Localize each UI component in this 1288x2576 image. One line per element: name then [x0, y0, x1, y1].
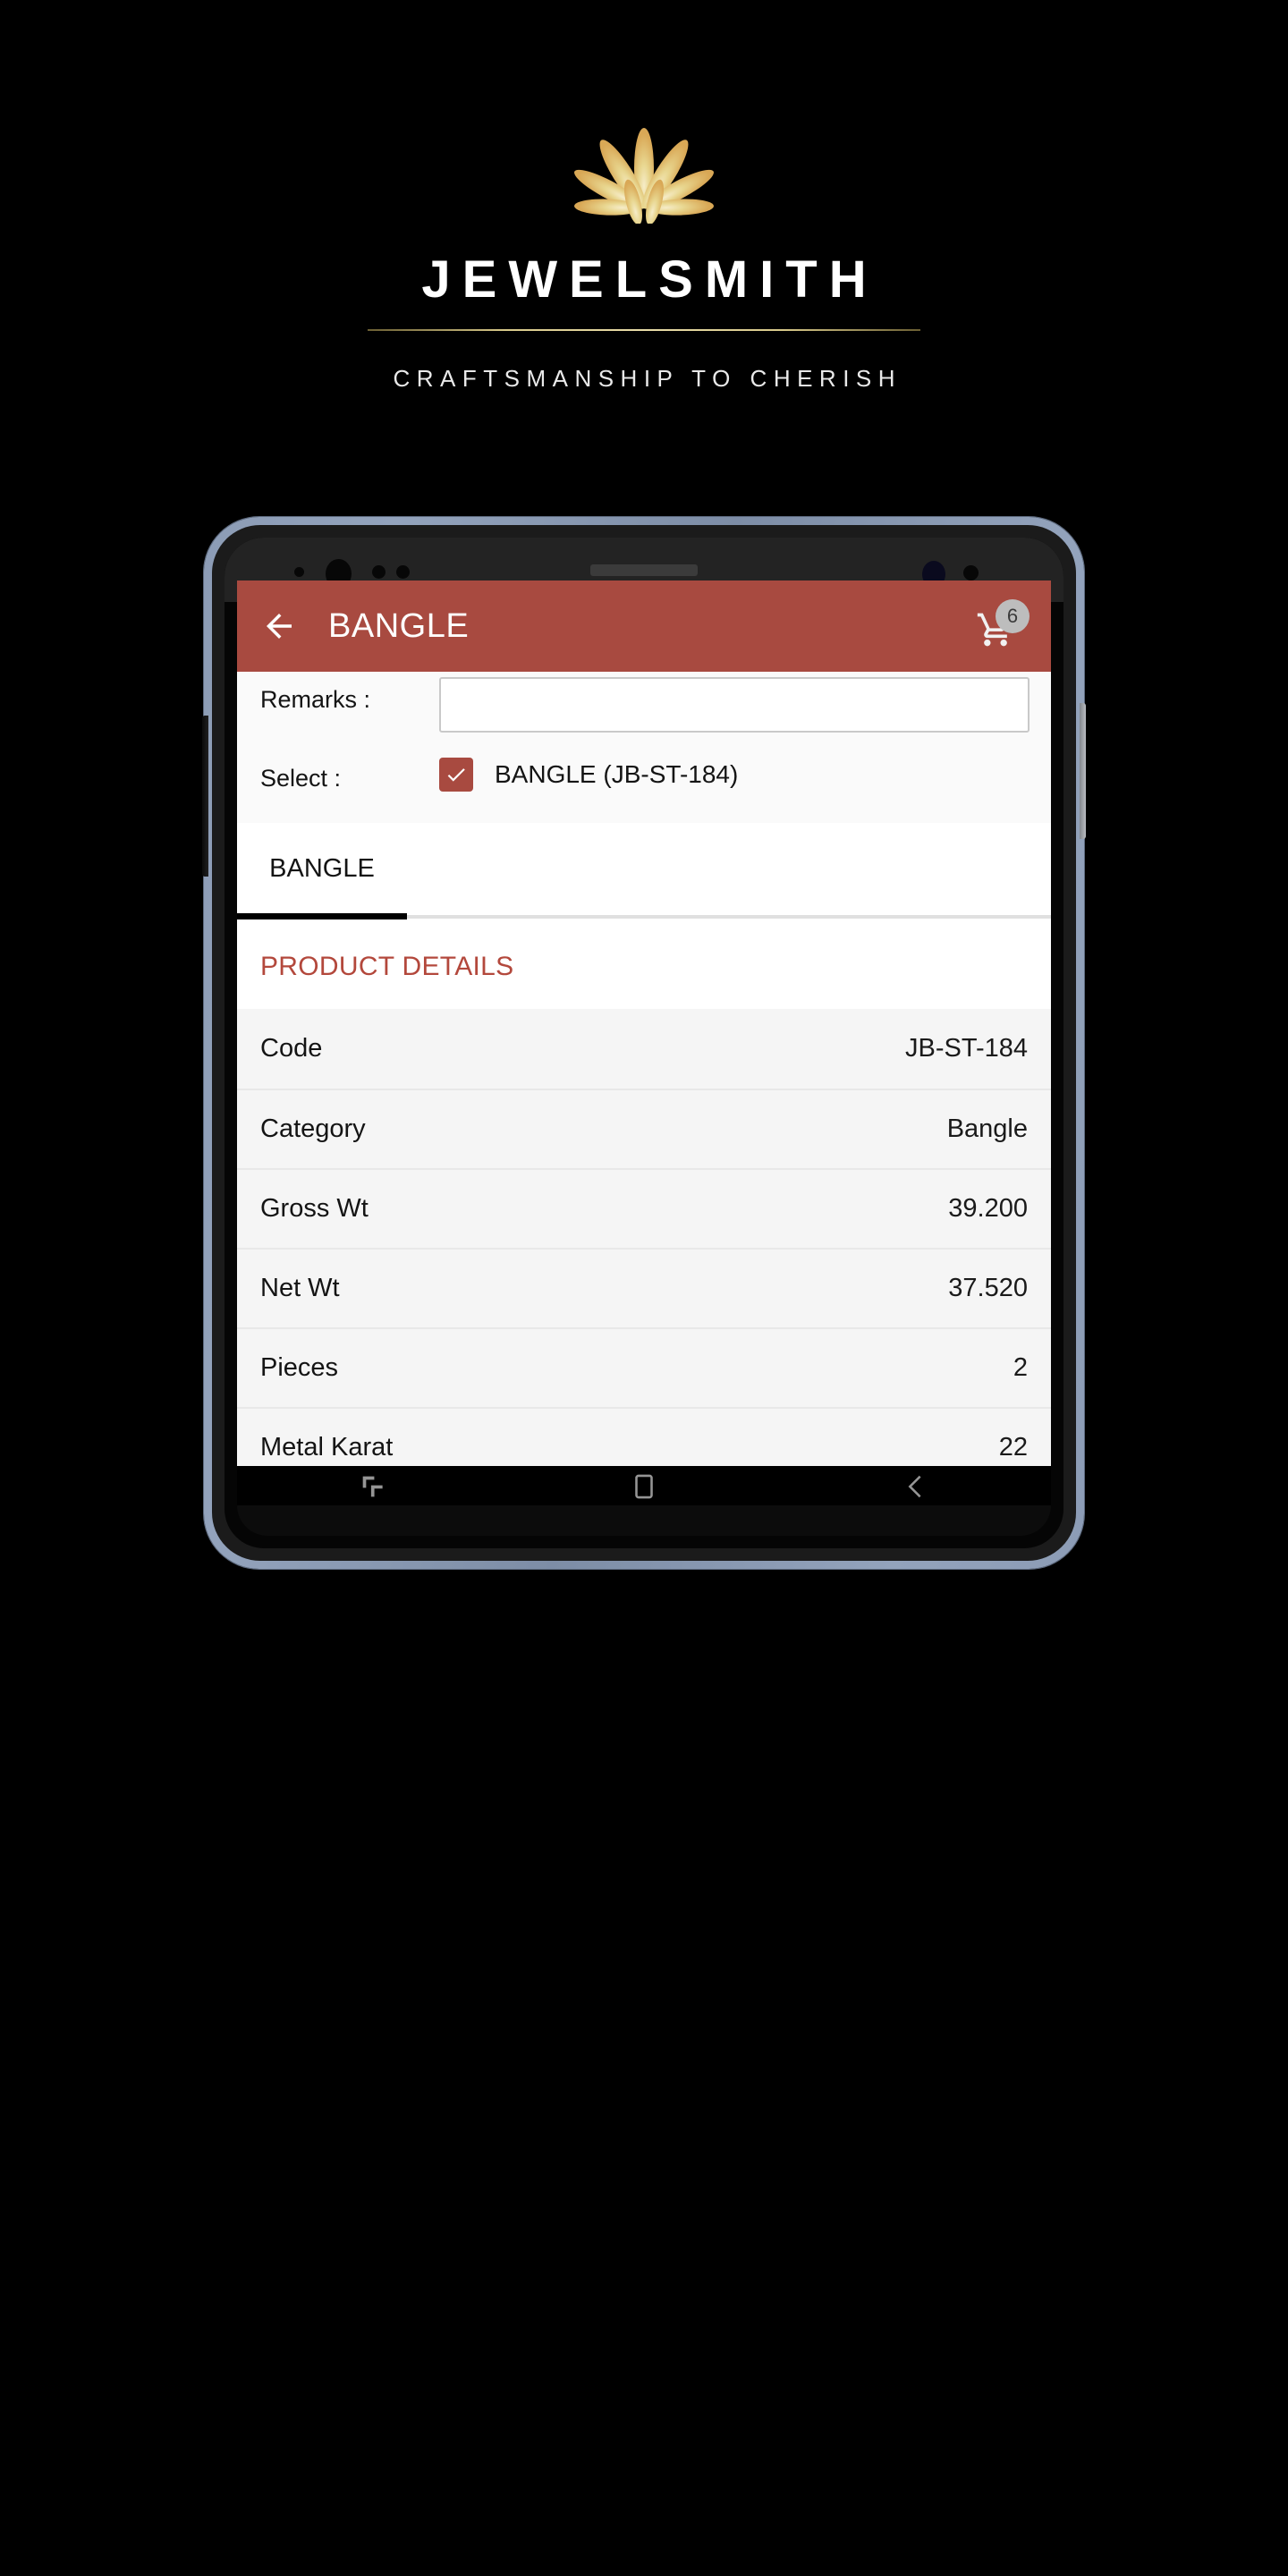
- cart-button[interactable]: 6: [974, 599, 1030, 649]
- table-row: Net Wt 37.520: [237, 1248, 1051, 1327]
- lotus-leaf-icon: [574, 128, 714, 224]
- tab-label: BANGLE: [269, 853, 375, 883]
- select-label: Select :: [260, 765, 342, 792]
- sensor-dot: [396, 565, 410, 579]
- page-title: BANGLE: [328, 606, 470, 645]
- remarks-row: Remarks :: [237, 672, 1051, 733]
- brand-name: JEWELSMITH: [421, 250, 878, 309]
- row-value: Bangle: [946, 1114, 1028, 1143]
- product-details-heading: PRODUCT DETAILS: [237, 919, 1051, 1009]
- sensor-dot: [294, 567, 304, 577]
- earpiece-speaker: [590, 564, 698, 576]
- brand-divider: [368, 329, 920, 331]
- brand-header: JEWELSMITH CRAFTSMANSHIP TO CHERISH: [0, 0, 1288, 501]
- row-value: 2: [1013, 1353, 1028, 1382]
- power-button[interactable]: [1080, 703, 1086, 839]
- table-row: Category Bangle: [237, 1089, 1051, 1168]
- sensor-dot: [963, 565, 979, 580]
- tab-bar: BANGLE: [237, 823, 1051, 919]
- phone-bezel: BANGLE 6 Remarks : Select: BANGLE (JB-S…: [212, 525, 1076, 1561]
- back-arrow-icon[interactable]: [260, 607, 298, 645]
- cart-count-badge: 6: [996, 599, 1030, 633]
- device-bottom-chin: [237, 1505, 1051, 1536]
- sensor-dot: [372, 565, 386, 579]
- row-label: Pieces: [260, 1353, 339, 1382]
- table-row: Gross Wt 39.200: [237, 1168, 1051, 1248]
- remarks-input[interactable]: [439, 677, 1030, 733]
- android-nav-bar: [237, 1466, 1051, 1507]
- table-row: Code JB-ST-184: [237, 1009, 1051, 1089]
- app-screen: BANGLE 6 Remarks : Select: BANGLE (JB-S…: [237, 580, 1051, 1466]
- app-bar: BANGLE 6: [237, 580, 1051, 672]
- select-item-label: BANGLE (JB-ST-184): [495, 759, 739, 788]
- row-value: 37.520: [948, 1274, 1028, 1302]
- product-details-table: Code JB-ST-184 Category Bangle Gross Wt …: [237, 1009, 1051, 1466]
- select-row: Select : BANGLE (JB-ST-184): [237, 733, 1051, 810]
- nav-back-icon[interactable]: [900, 1471, 930, 1502]
- select-checkbox[interactable]: [439, 757, 473, 792]
- home-square-icon[interactable]: [629, 1471, 659, 1502]
- row-value: JB-ST-184: [905, 1034, 1028, 1063]
- row-label: Gross Wt: [260, 1194, 369, 1223]
- volume-button[interactable]: [202, 716, 208, 877]
- row-label: Category: [260, 1114, 366, 1143]
- table-row: Metal Karat 22: [237, 1407, 1051, 1466]
- form-area: Remarks : Select : BANGLE (JB-ST-184): [237, 672, 1051, 823]
- row-value: 22: [998, 1433, 1028, 1462]
- brand-tagline: CRAFTSMANSHIP TO CHERISH: [393, 365, 902, 392]
- phone-mockup: BANGLE 6 Remarks : Select: BANGLE (JB-S…: [202, 517, 1086, 1569]
- row-value: 39.200: [948, 1194, 1028, 1223]
- row-label: Metal Karat: [260, 1433, 394, 1462]
- tab-active-indicator: [237, 913, 407, 919]
- recents-icon[interactable]: [358, 1471, 388, 1502]
- phone-screen-area: BANGLE 6 Remarks : Select: BANGLE (JB-S…: [225, 538, 1063, 1548]
- tab-bangle[interactable]: BANGLE: [237, 823, 407, 914]
- checkmark-icon: [447, 767, 465, 782]
- row-label: Code: [260, 1034, 323, 1063]
- remarks-label: Remarks :: [260, 686, 371, 713]
- table-row: Pieces 2: [237, 1327, 1051, 1407]
- row-label: Net Wt: [260, 1274, 340, 1302]
